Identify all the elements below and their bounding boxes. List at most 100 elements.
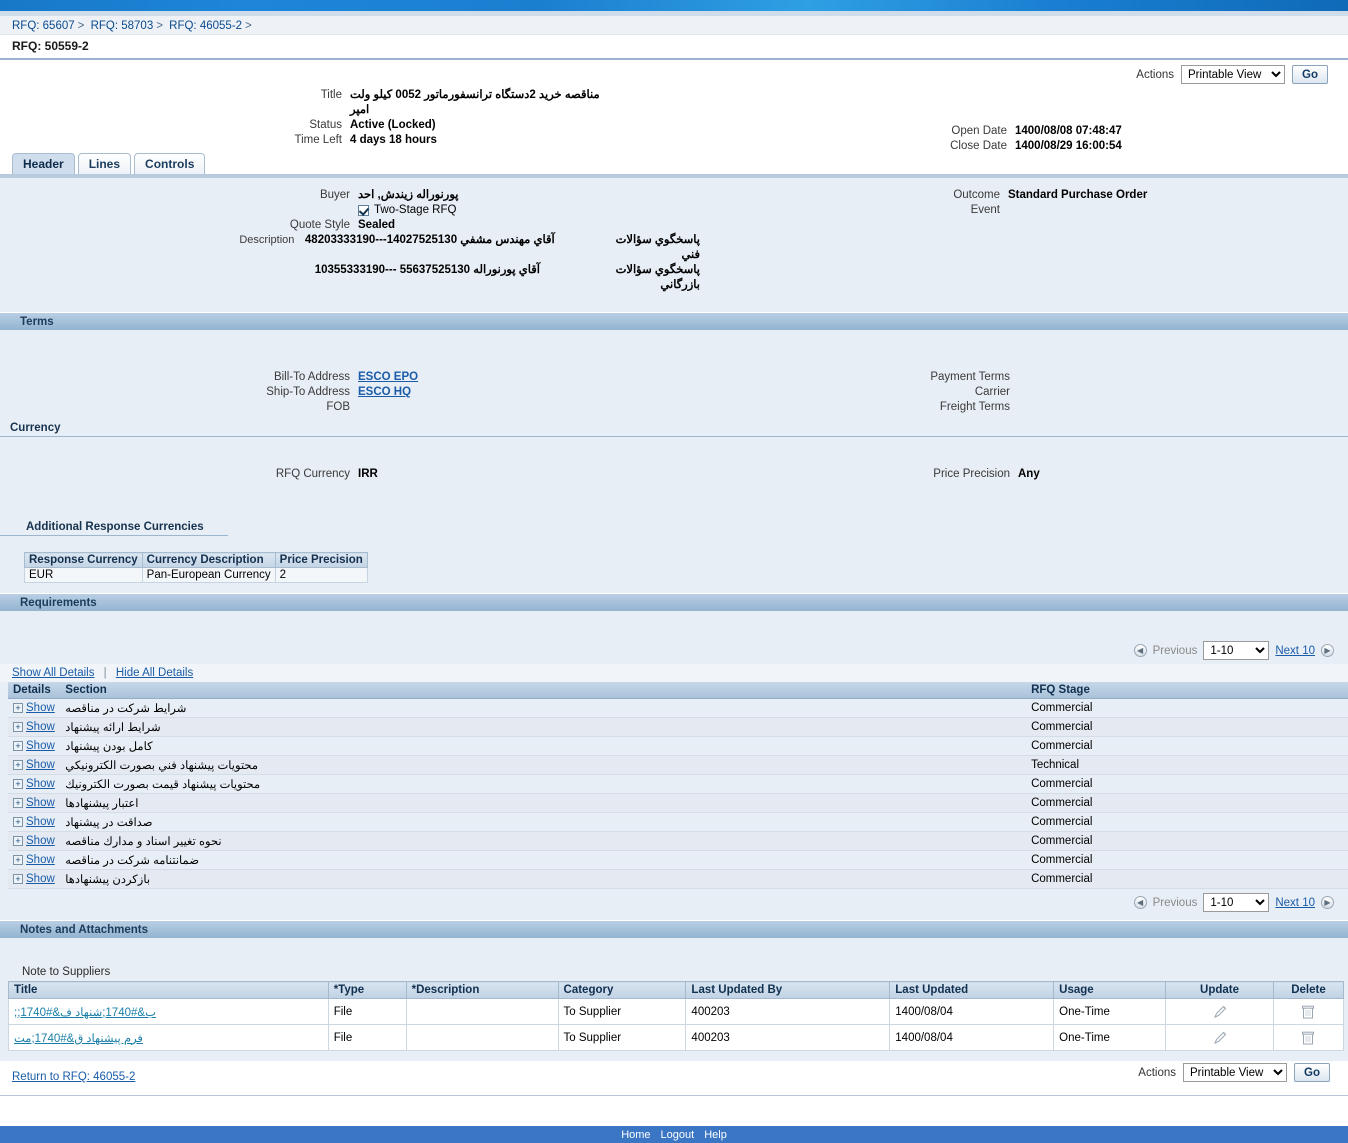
section-text: شرايط شركت در مناقصه [65, 703, 187, 715]
outcome-label: Outcome [953, 189, 1000, 201]
cell-category: To Supplier [557, 1024, 687, 1051]
show-details-link[interactable]: Show [26, 740, 55, 752]
tab-controls[interactable]: Controls [134, 153, 206, 174]
header-form: Buyer پورنوراله زيندش, احد Two-Stage RFQ… [0, 188, 1348, 291]
trash-icon[interactable] [1301, 1004, 1315, 1020]
section-text: ضمانتنامه شركت در مناقصه [65, 855, 199, 867]
cell-update [1165, 998, 1274, 1025]
breadcrumb-item-2[interactable]: RFQ: 46055-2 [169, 20, 242, 32]
pencil-icon[interactable] [1212, 1004, 1228, 1020]
show-details-link[interactable]: Show [26, 721, 55, 733]
freight-terms-row: Freight Terms [890, 400, 1348, 415]
ship-to-address-link[interactable]: ESCO HQ [358, 386, 411, 398]
table-row: + Show اعتبار پيشنهادها Commercial [8, 793, 1348, 813]
footer-link-logout[interactable]: Logout [661, 1129, 695, 1141]
trash-icon[interactable] [1301, 1030, 1315, 1046]
cell-rfq-stage: Commercial [1026, 869, 1348, 889]
notes-attachments-band: Notes and Attachments [0, 920, 1348, 938]
return-to-rfq-link[interactable]: Return to RFQ: 46055-2 [12, 1071, 135, 1083]
description-role-1: پاسخگوي سؤالات بازرگاني [615, 264, 700, 291]
col-update: Update [1165, 981, 1274, 999]
cell-rfq-stage: Commercial [1026, 812, 1348, 832]
event-label: Event [970, 204, 1000, 216]
tab-header[interactable]: Header [12, 153, 75, 174]
title-row: Title مناقصه خريد 2دستگاه ترانسفورماتور … [0, 88, 670, 103]
previous-arrow-icon[interactable]: ◀ [1133, 896, 1147, 909]
col-price-precision: Price Precision [274, 552, 368, 568]
two-stage-rfq-checkbox[interactable] [358, 205, 369, 216]
fob-label: FOB [326, 401, 350, 413]
footer-link-home[interactable]: Home [621, 1129, 650, 1141]
hide-all-details-link[interactable]: Hide All Details [116, 667, 193, 679]
show-details-link[interactable]: Show [26, 854, 55, 866]
payment-terms-label: Payment Terms [930, 371, 1010, 383]
rfq-summary: Title مناقصه خريد 2دستگاه ترانسفورماتور … [0, 86, 1348, 152]
table-row: + Show شرايط شركت در مناقصه Commercial [8, 698, 1348, 718]
next-10-link-top[interactable]: Next 10 [1275, 645, 1315, 657]
cell-response-currency: EUR [24, 567, 143, 583]
actions-select-bottom[interactable]: Printable View [1183, 1063, 1288, 1082]
requirements-range-select-top[interactable]: 1-10 [1203, 641, 1270, 660]
actions-select-top[interactable]: Printable View [1181, 65, 1286, 84]
requirements-range-select-bottom[interactable]: 1-10 [1203, 893, 1270, 912]
go-button-bottom[interactable]: Go [1294, 1063, 1330, 1082]
show-details-link[interactable]: Show [26, 759, 55, 771]
attachment-title-link[interactable]: ب&#1740;شنهاد ف&#1740;; [14, 1007, 156, 1019]
table-row: + Show محتويات پيشنهاد قيمت بصورت الكترون… [8, 774, 1348, 794]
next-arrow-icon[interactable]: ▶ [1321, 896, 1334, 909]
cell-details: + Show [8, 869, 61, 889]
col-category: Category [557, 981, 687, 999]
rfq-currency-label: RFQ Currency [275, 468, 350, 480]
expand-plus-icon[interactable]: + [13, 778, 23, 789]
breadcrumb-separator: > [245, 20, 252, 32]
next-arrow-icon[interactable]: ▶ [1321, 644, 1334, 657]
section-text: صداقت در پيشنهاد [65, 817, 153, 829]
expand-plus-icon[interactable]: + [13, 854, 23, 865]
show-details-link[interactable]: Show [26, 778, 55, 790]
show-details-link[interactable]: Show [26, 702, 55, 714]
expand-plus-icon[interactable]: + [13, 873, 23, 884]
rfq-page: RFQ: 65607 > RFQ: 58703 > RFQ: 46055-2 > RF… [0, 0, 1348, 1143]
show-all-details-link[interactable]: Show All Details [12, 667, 94, 679]
col-currency-description: Currency Description [141, 552, 276, 568]
show-details-link[interactable]: Show [26, 835, 55, 847]
cell-details: + Show [8, 812, 61, 832]
show-details-link[interactable]: Show [26, 816, 55, 828]
show-details-link[interactable]: Show [26, 873, 55, 885]
cell-category: To Supplier [557, 998, 687, 1025]
show-details-link[interactable]: Show [26, 797, 55, 809]
carrier-row: Carrier [890, 385, 1348, 400]
expand-plus-icon[interactable]: + [13, 702, 23, 713]
price-precision-row: Price Precision Any [890, 467, 1348, 482]
cell-last-updated-by: 400203 [685, 998, 891, 1025]
note-to-suppliers-label: Note to Suppliers [22, 966, 111, 978]
cell-details: + Show [8, 717, 61, 737]
ship-to-label: Ship-To Address [266, 386, 350, 398]
tab-lines[interactable]: Lines [77, 153, 132, 174]
breadcrumb-item-1[interactable]: RFQ: 58703 [91, 20, 154, 32]
expand-plus-icon[interactable]: + [13, 721, 23, 732]
time-left-value: 4 days 18 hours [350, 134, 437, 146]
cell-usage: One-Time [1053, 998, 1167, 1025]
footer-divider [0, 1095, 1348, 1096]
breadcrumb-item-0[interactable]: RFQ: 65607 [12, 20, 75, 32]
go-button-top[interactable]: Go [1292, 65, 1328, 84]
cell-section: اعتبار پيشنهادها [60, 793, 1027, 813]
previous-arrow-icon[interactable]: ◀ [1133, 644, 1147, 657]
expand-plus-icon[interactable]: + [13, 740, 23, 751]
bill-to-address-link[interactable]: ESCO EPO [358, 371, 418, 383]
requirements-band: Requirements [0, 593, 1348, 611]
pencil-icon[interactable] [1212, 1030, 1228, 1046]
next-10-link-bottom[interactable]: Next 10 [1275, 897, 1315, 909]
attachment-title-link[interactable]: فرم پيشنهاد ق&#1740;مت [14, 1033, 143, 1045]
cell-update [1165, 1024, 1274, 1051]
description-label-blank [0, 263, 294, 293]
cell-price-precision: 2 [274, 567, 368, 583]
expand-plus-icon[interactable]: + [13, 816, 23, 827]
currency-form-left: RFQ Currency IRR [0, 467, 700, 482]
header-panel: Buyer پورنوراله زيندش, احد Two-Stage RFQ… [0, 178, 1348, 312]
expand-plus-icon[interactable]: + [13, 759, 23, 770]
expand-plus-icon[interactable]: + [13, 797, 23, 808]
footer-link-help[interactable]: Help [704, 1129, 727, 1141]
expand-plus-icon[interactable]: + [13, 835, 23, 846]
